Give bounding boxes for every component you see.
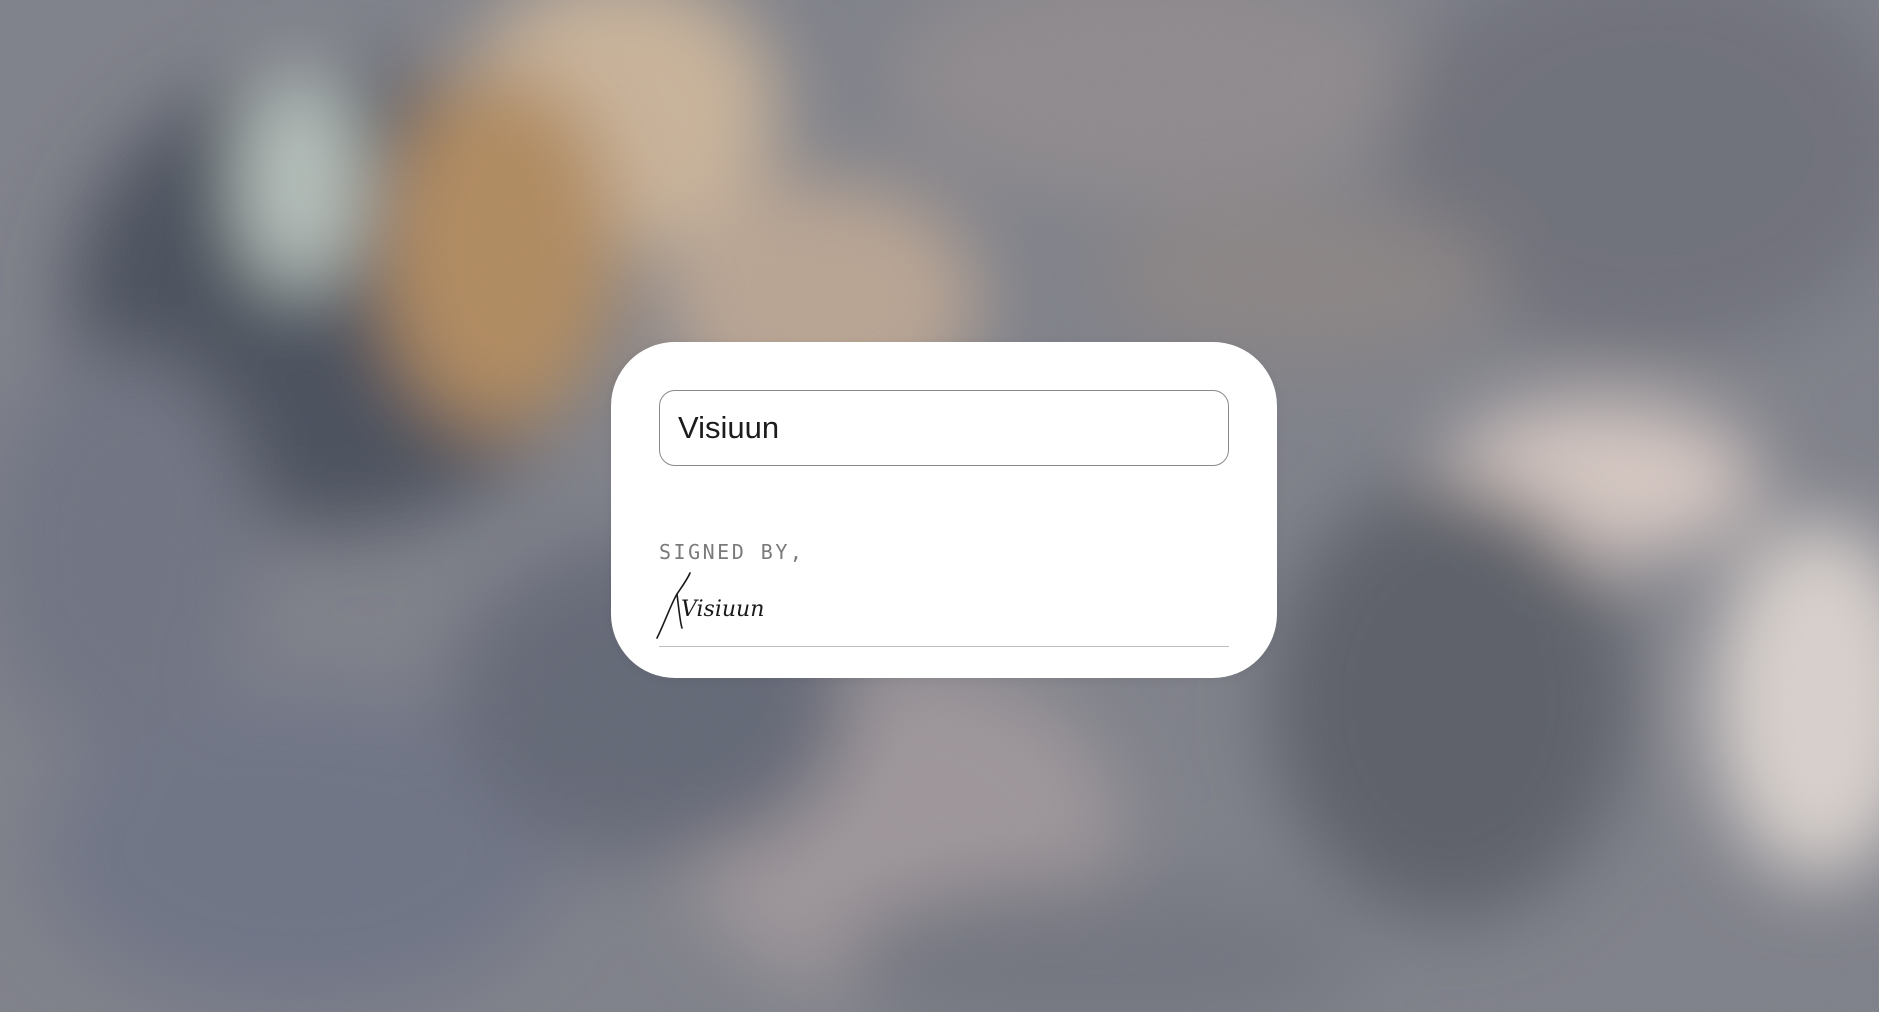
signature-card: SIGNED BY, Visiuun — [611, 342, 1277, 678]
signature-text: Visiuun — [681, 597, 764, 622]
signature-image: Visiuun — [656, 572, 764, 639]
signature-line — [659, 646, 1229, 647]
name-input[interactable] — [659, 390, 1229, 466]
signed-by-label: SIGNED BY, — [659, 540, 805, 564]
